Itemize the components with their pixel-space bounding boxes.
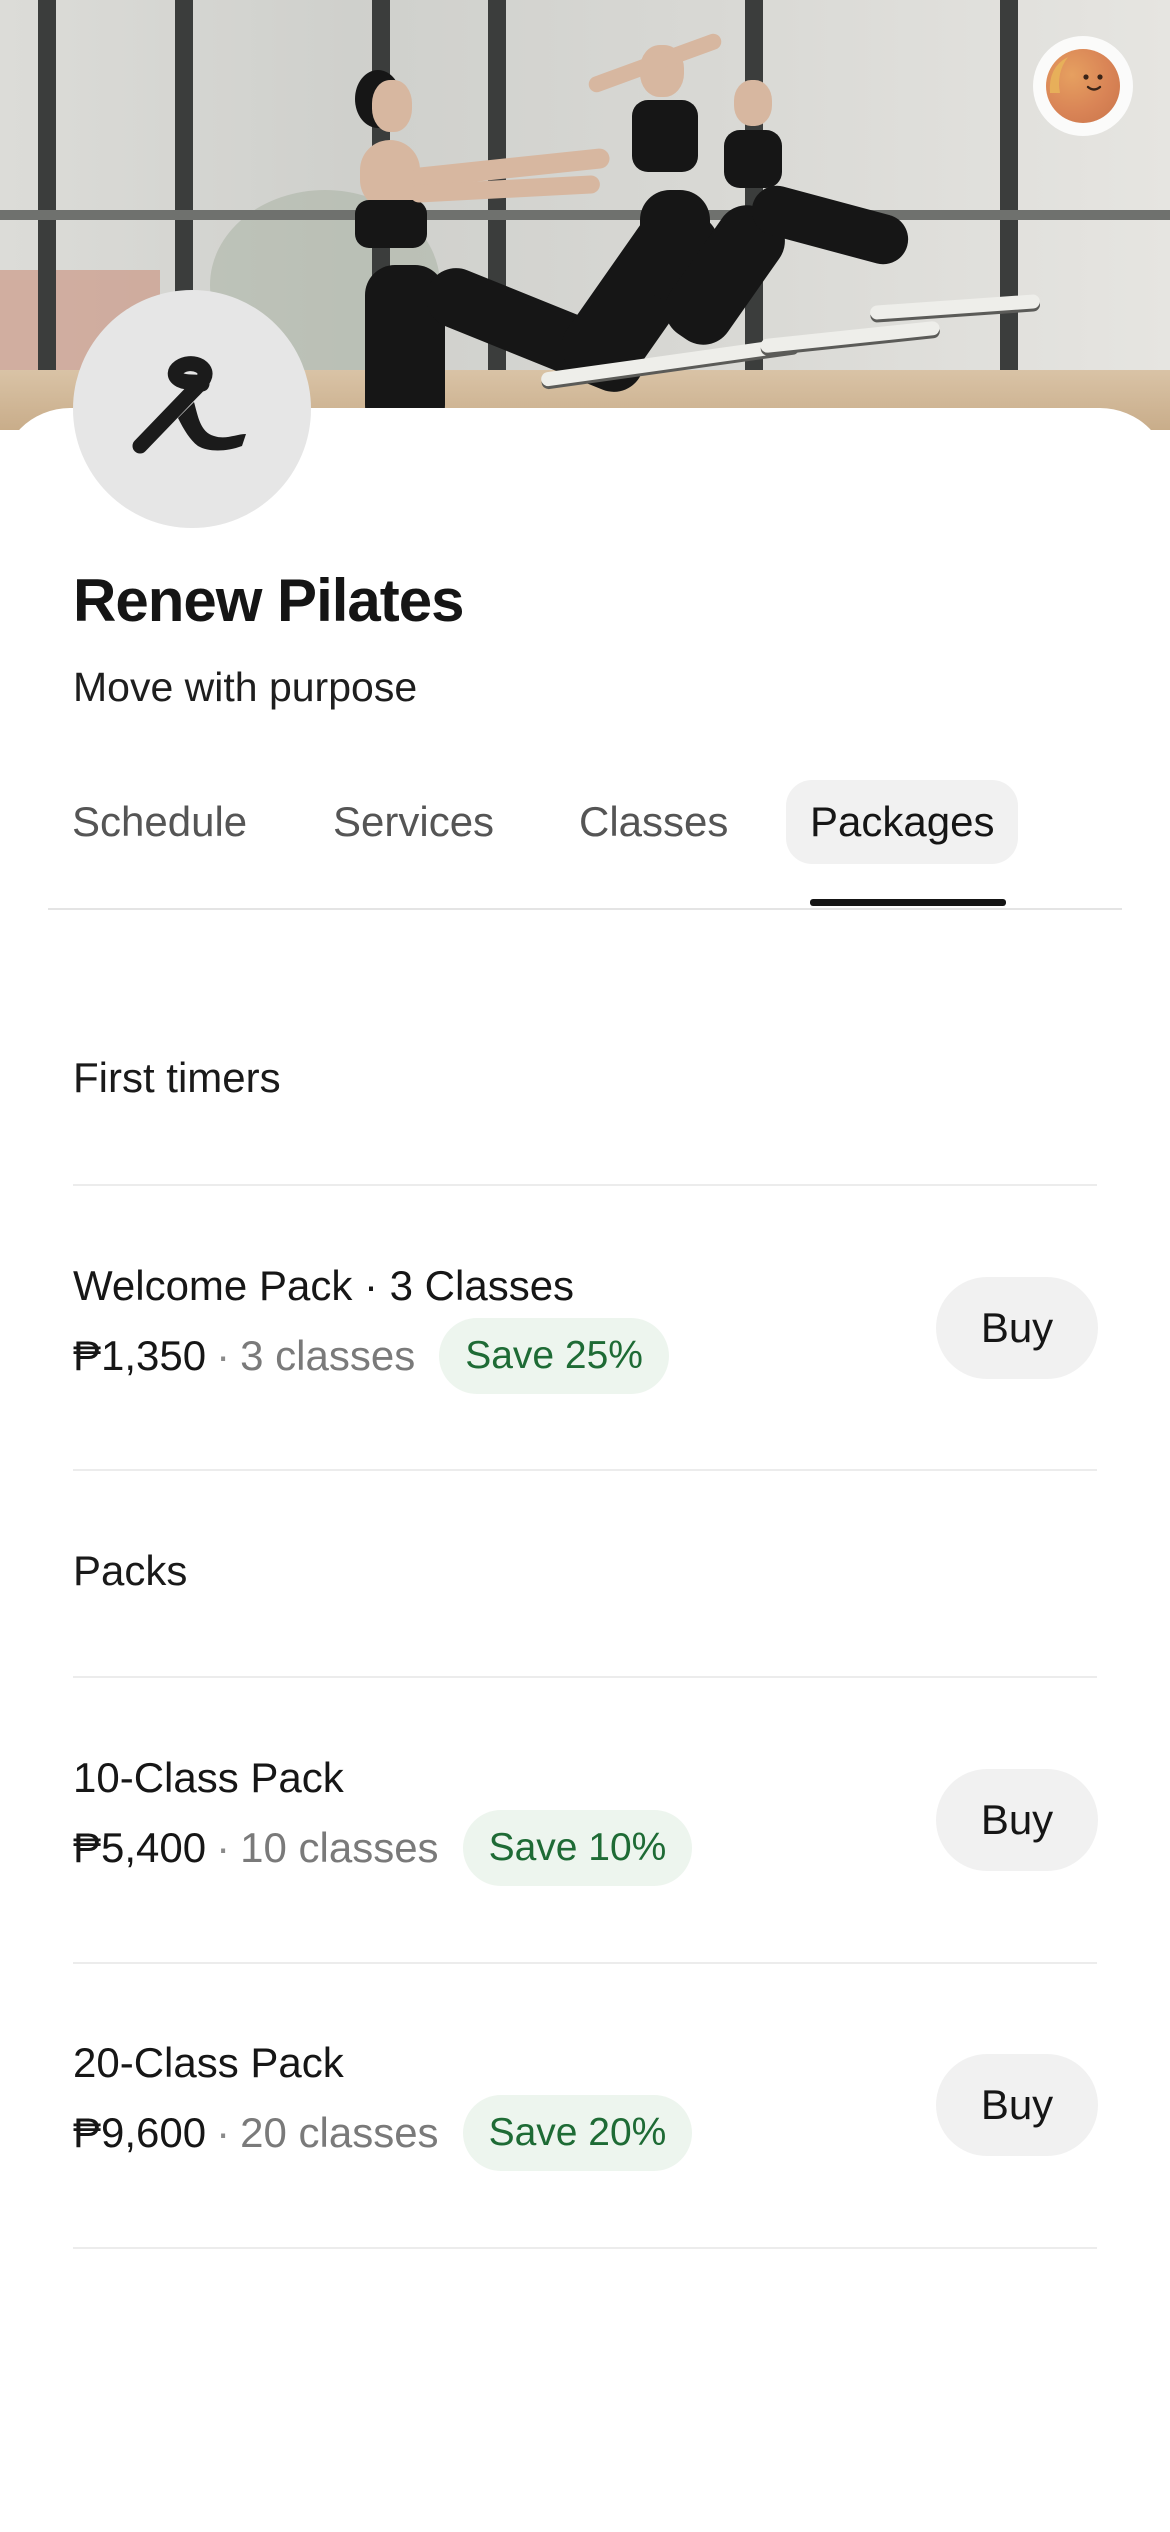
figure-top xyxy=(632,100,698,172)
figure-head xyxy=(372,80,412,132)
tab-classes[interactable]: Classes xyxy=(555,780,752,864)
studio-logo-mark xyxy=(132,356,246,454)
profile-avatar-button[interactable] xyxy=(1033,36,1133,136)
studio-tagline: Move with purpose xyxy=(73,664,418,710)
tab-packages[interactable]: Packages xyxy=(786,780,1019,864)
package-name: Welcome Pack · 3 Classes xyxy=(73,1262,575,1309)
package-price: ₱5,400 xyxy=(73,1824,207,1871)
package-class-count: 10 classes xyxy=(240,1824,439,1871)
package-class-count: 20 classes xyxy=(240,2109,439,2156)
savings-badge: Save 20% xyxy=(462,2095,693,2171)
window-frame xyxy=(38,0,56,370)
figure-top xyxy=(724,130,782,188)
tab-bar: Schedule Services Classes Packages xyxy=(48,780,1122,910)
divider xyxy=(73,1676,1097,1678)
buy-button-welcome-pack[interactable]: Buy xyxy=(936,1277,1098,1379)
studio-name: Renew Pilates xyxy=(73,567,465,634)
section-heading-packs: Packs xyxy=(73,1547,188,1594)
meta-separator: · xyxy=(216,1824,231,1871)
studio-logo xyxy=(73,290,311,528)
savings-badge: Save 25% xyxy=(439,1318,669,1394)
section-heading-first-timers: First timers xyxy=(73,1054,281,1101)
buy-button-10-class-pack[interactable]: Buy xyxy=(936,1769,1098,1871)
package-name: 10-Class Pack xyxy=(73,1754,344,1801)
window-frame xyxy=(1000,0,1018,370)
figure-top xyxy=(355,200,427,248)
divider xyxy=(73,1469,1097,1471)
divider xyxy=(73,1184,1097,1186)
tab-schedule[interactable]: Schedule xyxy=(48,780,271,864)
package-meta: ₱9,600 · 20 classes Save 20% xyxy=(73,2093,693,2173)
package-price: ₱1,350 xyxy=(73,1332,207,1379)
package-class-count: 3 classes xyxy=(240,1332,416,1379)
package-meta: ₱1,350 · 3 classes Save 25% xyxy=(73,1316,669,1396)
tab-services[interactable]: Services xyxy=(309,780,518,864)
package-name: 20-Class Pack xyxy=(73,2039,344,2086)
meta-separator: · xyxy=(216,1332,231,1379)
package-meta: ₱5,400 · 10 classes Save 10% xyxy=(73,1808,693,1888)
divider xyxy=(73,2247,1097,2249)
buy-button-20-class-pack[interactable]: Buy xyxy=(936,2054,1098,2156)
avatar-face-icon xyxy=(1049,57,1103,93)
meta-separator: · xyxy=(216,2109,231,2156)
divider xyxy=(73,1962,1097,1964)
active-tab-indicator xyxy=(810,899,1006,906)
avatar-face-icon xyxy=(1046,49,1120,123)
reformer-machine xyxy=(759,320,941,354)
window-sill xyxy=(0,210,1170,220)
figure-head xyxy=(734,80,772,126)
savings-badge: Save 10% xyxy=(462,1810,693,1886)
package-price: ₱9,600 xyxy=(73,2109,207,2156)
